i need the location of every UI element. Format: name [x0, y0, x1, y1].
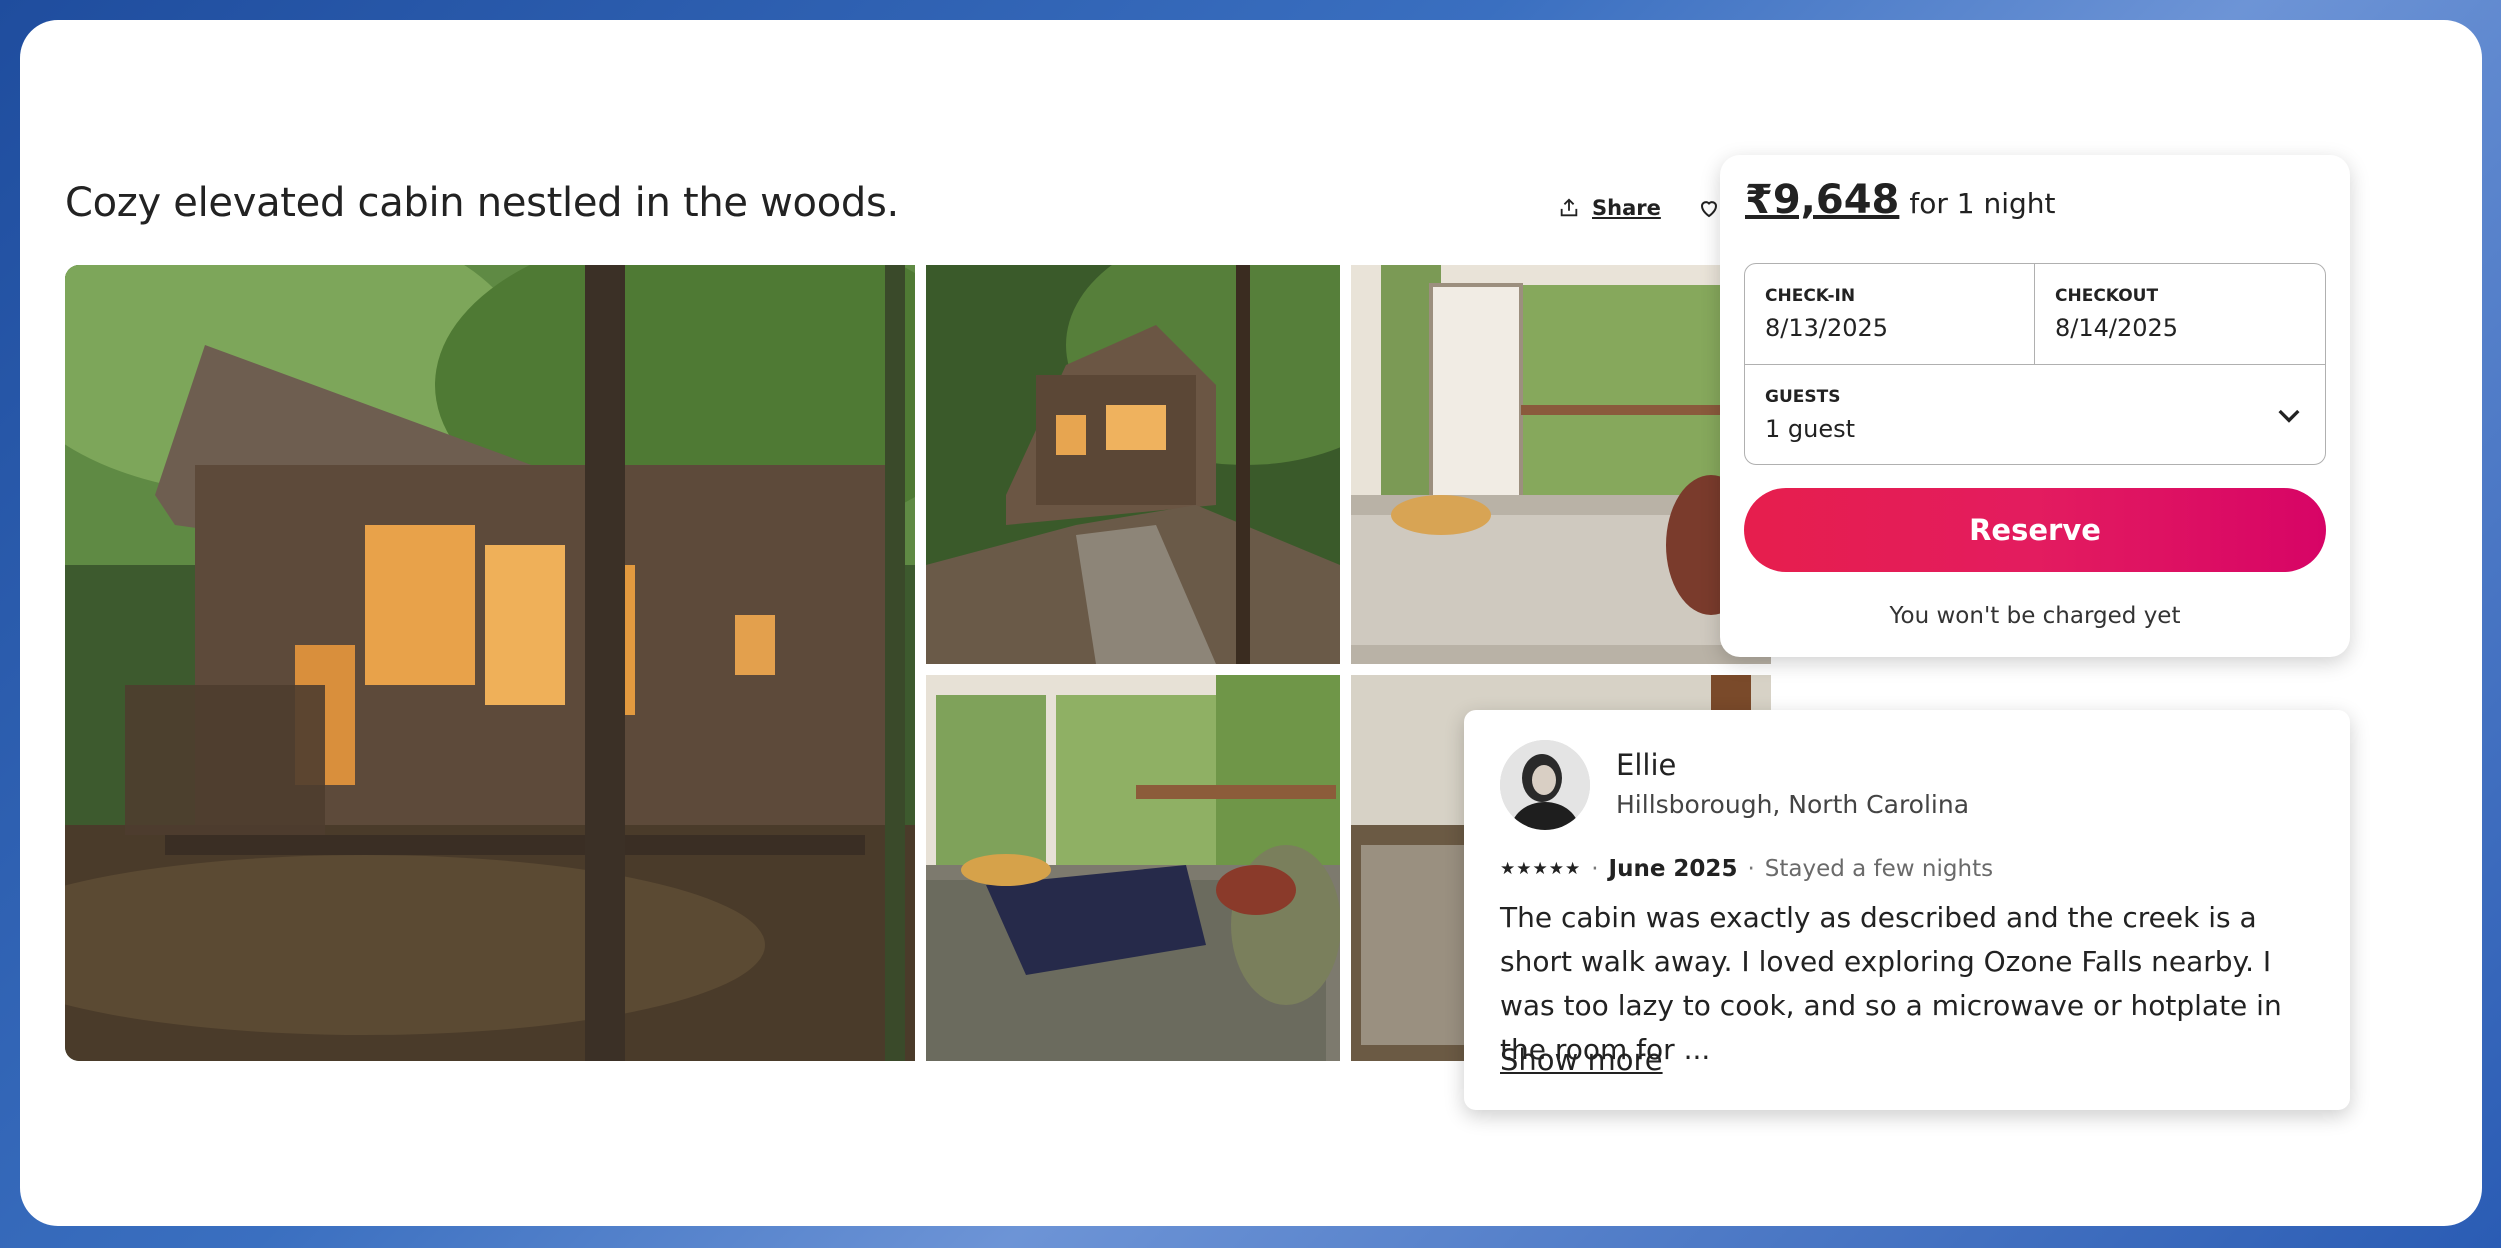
reviewer-name: Ellie	[1616, 748, 1677, 782]
separator: ·	[1591, 856, 1599, 882]
guests-label: GUESTS	[1765, 387, 1841, 407]
no-charge-note: You won't be charged yet	[1889, 603, 2181, 629]
guests-field[interactable]: GUESTS 1 guest	[1745, 364, 2325, 464]
price-period: for 1 night	[1909, 187, 2056, 220]
review-stay-length: Stayed a few nights	[1764, 856, 1994, 882]
booking-card: ₹9,648 for 1 night CHECK-IN 8/13/2025 CH…	[1720, 155, 2350, 657]
cabin-bedroom-photo[interactable]	[926, 675, 1340, 1061]
star-rating-icon: ★★★★★	[1500, 859, 1582, 879]
review-date: June 2025	[1608, 856, 1738, 882]
avatar	[1500, 740, 1590, 830]
review-card: Ellie Hillsborough, North Carolina ★★★★★…	[1464, 710, 2350, 1110]
share-button[interactable]: Share	[1558, 196, 1661, 220]
price-line: ₹9,648 for 1 night	[1745, 177, 2056, 223]
cabin-interior-door-photo[interactable]	[1351, 265, 1771, 664]
save-button[interactable]	[1697, 196, 1721, 220]
listing-title: Cozy elevated cabin nestled in the woods…	[65, 180, 899, 226]
checkin-label: CHECK-IN	[1765, 286, 1856, 306]
listing-page: Cozy elevated cabin nestled in the woods…	[20, 20, 2482, 1226]
cabin-path-photo[interactable]	[926, 265, 1340, 664]
booking-fields: CHECK-IN 8/13/2025 CHECKOUT 8/14/2025 GU…	[1744, 263, 2326, 465]
checkout-field[interactable]: CHECKOUT 8/14/2025	[2035, 264, 2325, 364]
reviewer-location: Hillsborough, North Carolina	[1616, 790, 1970, 819]
checkin-value: 8/13/2025	[1765, 314, 1889, 342]
listing-actions: Share	[1558, 196, 1721, 220]
review-meta: ★★★★★ · June 2025 · Stayed a few nights	[1500, 856, 1993, 882]
guests-value: 1 guest	[1765, 415, 1856, 443]
cabin-exterior-photo[interactable]	[65, 265, 915, 1061]
share-icon	[1560, 198, 1578, 217]
checkout-value: 8/14/2025	[2055, 314, 2179, 342]
chevron-down-icon[interactable]	[2273, 399, 2305, 431]
share-label: Share	[1592, 196, 1661, 220]
checkin-field[interactable]: CHECK-IN 8/13/2025	[1745, 264, 2035, 364]
checkout-label: CHECKOUT	[2055, 286, 2159, 306]
separator: ·	[1747, 856, 1755, 882]
heart-icon	[1700, 201, 1717, 218]
price-amount[interactable]: ₹9,648	[1745, 177, 1899, 223]
show-more-link[interactable]: Show more	[1500, 1043, 1663, 1077]
reserve-button[interactable]: Reserve	[1744, 488, 2326, 572]
